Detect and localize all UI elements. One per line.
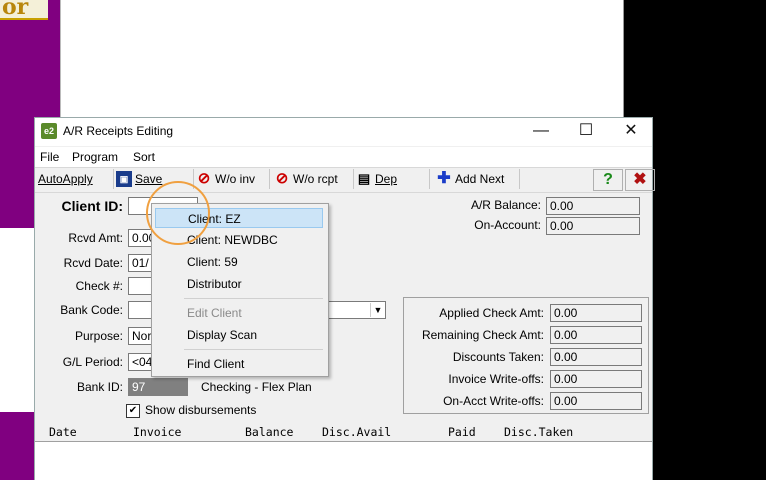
app-icon: e2 <box>41 123 57 139</box>
no-symbol-icon: ⊘ <box>197 170 211 187</box>
rcvd-amt-label: Rcvd Amt: <box>68 231 123 245</box>
menu-bar: File Program Sort <box>35 147 652 167</box>
dep-label: Dep <box>375 172 398 186</box>
bank-id-label: Bank ID: <box>76 380 123 394</box>
wo-inv-label: W/o inv <box>215 172 256 186</box>
menu-item-client-59[interactable]: Client: 59 <box>155 252 323 272</box>
help-icon: ? <box>603 171 613 188</box>
logo-text: or <box>2 0 29 20</box>
minimize-button[interactable]: — <box>518 118 564 146</box>
deposit-sheet-icon: ▤ <box>357 171 371 186</box>
on-acct-write-offs-value: 0.00 <box>550 392 642 410</box>
ar-balance-label: A/R Balance: <box>470 198 541 212</box>
highlight-circle <box>146 181 210 245</box>
close-button[interactable]: ✕ <box>608 118 654 146</box>
help-button[interactable]: ? <box>593 169 623 191</box>
title-bar[interactable]: e2 A/R Receipts Editing — ☐ ✕ <box>35 118 652 146</box>
background-logo: or <box>0 0 48 20</box>
wo-rcpt-button[interactable]: ⊘ W/o rcpt <box>271 169 354 189</box>
menu-program[interactable]: Program <box>72 150 118 164</box>
invoice-write-offs-label: Invoice Write-offs: <box>448 372 544 386</box>
add-next-label: Add Next <box>455 172 505 186</box>
column-header-date[interactable]: Date <box>49 425 77 439</box>
receipts-list[interactable] <box>35 441 652 480</box>
add-next-button[interactable]: ✚ Add Next <box>433 169 520 189</box>
column-header-disc-taken[interactable]: Disc.Taken <box>504 425 573 439</box>
show-disbursements-checkbox[interactable]: ✔ <box>126 404 140 418</box>
on-acct-write-offs-label: On-Acct Write-offs: <box>443 394 544 408</box>
show-disbursements-label: Show disbursements <box>145 403 257 417</box>
invoice-write-offs-value: 0.00 <box>550 370 642 388</box>
remaining-check-amt-label: Remaining Check Amt: <box>421 328 544 342</box>
plus-icon: ✚ <box>437 170 451 187</box>
applied-check-amt-value: 0.00 <box>550 304 642 322</box>
chevron-down-icon[interactable]: ▼ <box>370 303 385 317</box>
menu-file[interactable]: File <box>40 150 59 164</box>
ar-receipts-window: e2 A/R Receipts Editing — ☐ ✕ File Progr… <box>34 117 655 480</box>
exit-button[interactable]: ✖ <box>625 169 655 191</box>
column-header-disc-avail[interactable]: Disc.Avail <box>322 425 391 439</box>
no-symbol-icon: ⊘ <box>275 170 289 187</box>
client-id-label: Client ID: <box>61 198 123 214</box>
wo-inv-button[interactable]: ⊘ W/o inv <box>193 169 270 189</box>
column-header-balance[interactable]: Balance <box>245 425 293 439</box>
rcvd-date-label: Rcvd Date: <box>63 256 123 270</box>
background-divider <box>60 0 61 117</box>
autoapply-label: AutoApply <box>38 172 93 186</box>
save-icon: ▣ <box>116 171 132 187</box>
autoapply-button[interactable]: AutoApply <box>35 169 114 189</box>
column-header-paid[interactable]: Paid <box>448 425 476 439</box>
menu-item-distributor[interactable]: Distributor <box>155 274 323 294</box>
bank-id-value: 97 <box>128 378 188 396</box>
bank-description: Checking - Flex Plan <box>201 380 312 394</box>
on-account-value: 0.00 <box>546 217 640 235</box>
menu-separator <box>184 349 323 350</box>
exit-x-icon: ✖ <box>633 171 647 188</box>
discounts-taken-label: Discounts Taken: <box>452 350 544 364</box>
save-label: Save <box>135 172 163 186</box>
bank-code-label: Bank Code: <box>60 303 123 317</box>
ar-balance-value: 0.00 <box>546 197 640 215</box>
check-number-label: Check #: <box>75 279 123 293</box>
purpose-label: Purpose: <box>74 329 123 343</box>
dep-button[interactable]: ▤ Dep <box>353 169 430 189</box>
toolbar: AutoApply ▣ Save ⊘ W/o inv ⊘ W/o rcpt ▤ … <box>35 167 655 193</box>
window-title: A/R Receipts Editing <box>63 124 174 138</box>
menu-item-find-client[interactable]: Find Client <box>155 354 323 374</box>
background-purple-panel <box>0 412 35 480</box>
gl-period-label: G/L Period: <box>62 355 123 369</box>
menu-item-display-scan[interactable]: Display Scan <box>155 325 323 345</box>
on-account-label: On-Account: <box>474 218 541 232</box>
menu-item-edit-client: Edit Client <box>187 306 242 320</box>
menu-sort[interactable]: Sort <box>133 150 155 164</box>
discounts-taken-value: 0.00 <box>550 348 642 366</box>
menu-separator <box>184 298 323 299</box>
column-header-invoice[interactable]: Invoice <box>133 425 181 439</box>
summary-panel: Applied Check Amt: 0.00 Remaining Check … <box>403 297 649 414</box>
applied-check-amt-label: Applied Check Amt: <box>439 306 544 320</box>
remaining-check-amt-value: 0.00 <box>550 326 642 344</box>
wo-rcpt-label: W/o rcpt <box>293 172 338 186</box>
maximize-button[interactable]: ☐ <box>563 118 609 146</box>
